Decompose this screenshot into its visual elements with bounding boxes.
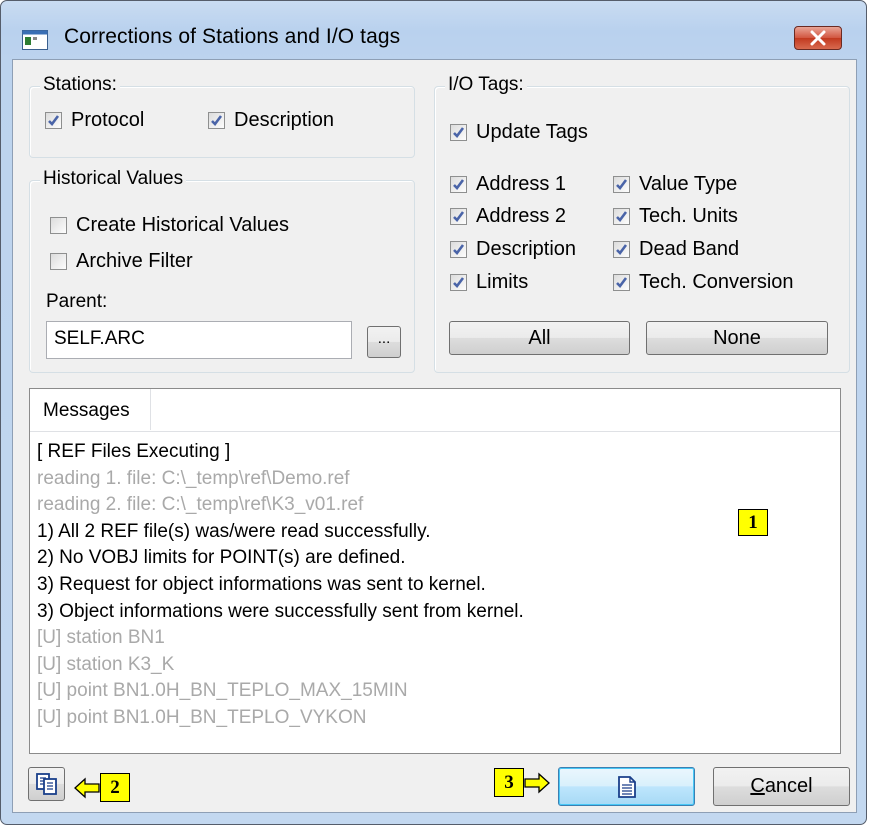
protocol-checkbox[interactable]: Protocol (45, 109, 144, 132)
archive-filter-checkbox[interactable]: Archive Filter (50, 250, 193, 273)
document-icon (617, 775, 636, 798)
title-bar[interactable]: Corrections of Stations and I/O tags (1, 1, 866, 50)
station-description-label: Description (234, 109, 335, 131)
checkbox-box (613, 208, 630, 225)
update-tags-label: Update Tags (476, 121, 588, 143)
dialog-window: Corrections of Stations and I/O tags Sta… (0, 0, 867, 825)
messages-list[interactable]: Messages [ REF Files Executing ] reading … (29, 388, 841, 754)
checkbox-box (450, 176, 467, 193)
copy-documents-icon (35, 773, 57, 795)
create-historical-checkbox[interactable]: Create Historical Values (50, 214, 289, 237)
tag-description-label: Description (476, 238, 577, 260)
stations-legend: Stations: (40, 74, 120, 96)
tag-description-checkbox[interactable]: Description (450, 238, 576, 261)
dialog-client-area: Stations: Protocol Description Historica… (12, 59, 857, 813)
cancel-label-rest: ancel (764, 775, 813, 797)
callout-1: 1 (738, 509, 768, 536)
checkmark-icon (616, 244, 628, 255)
message-line: [U] station BN1 (37, 627, 165, 649)
browse-parent-button[interactable]: ... (367, 326, 401, 358)
checkbox-box (45, 112, 62, 129)
address1-label: Address 1 (476, 173, 567, 195)
checkbox-box (613, 274, 630, 291)
message-line: [U] point BN1.0H_BN_TEPLO_VYKON (37, 706, 367, 728)
update-tags-checkbox[interactable]: Update Tags (450, 121, 588, 144)
message-line: [U] point BN1.0H_BN_TEPLO_MAX_15MIN (37, 680, 408, 702)
dead-band-label: Dead Band (639, 238, 740, 260)
ok-button[interactable] (558, 767, 695, 806)
cancel-mnemonic: C (750, 775, 765, 797)
protocol-label: Protocol (71, 109, 145, 131)
window-title: Corrections of Stations and I/O tags (64, 25, 401, 48)
messages-lines: [ REF Files Executing ] reading 1. file: … (37, 439, 524, 732)
none-button[interactable]: None (646, 321, 828, 355)
callout-3-group: 3 (494, 768, 560, 798)
message-line: reading 1. file: C:\_temp\ref\Demo.ref (37, 467, 350, 489)
checkbox-box (450, 274, 467, 291)
arrow-left-icon (74, 777, 100, 799)
tech-units-checkbox[interactable]: Tech. Units (613, 205, 738, 228)
checkmark-icon (453, 244, 465, 255)
checkbox-box (613, 241, 630, 258)
value-type-label: Value Type (639, 173, 738, 195)
close-button[interactable] (794, 26, 842, 50)
limits-label: Limits (476, 271, 529, 293)
io-tags-legend: I/O Tags: (445, 74, 527, 96)
address1-checkbox[interactable]: Address 1 (450, 173, 566, 196)
checkmark-icon (616, 211, 628, 222)
checkbox-box (450, 124, 467, 141)
checkbox-box (450, 208, 467, 225)
copy-button[interactable] (28, 767, 65, 801)
create-historical-label: Create Historical Values (76, 214, 290, 236)
checkbox-box (613, 176, 630, 193)
station-description-checkbox[interactable]: Description (208, 109, 334, 132)
checkmark-icon (616, 277, 628, 288)
message-line: 3) Request for object informations was s… (37, 573, 486, 595)
cancel-label: Cancel (750, 775, 812, 798)
message-line: [U] station K3_K (37, 653, 175, 675)
io-tags-group: I/O Tags: Update Tags Address 1 Address … (434, 74, 850, 373)
checkmark-icon (211, 115, 223, 126)
value-type-checkbox[interactable]: Value Type (613, 173, 737, 196)
close-x-icon (810, 30, 826, 46)
arrow-right-icon (524, 772, 550, 794)
messages-header: Messages (30, 389, 840, 432)
parent-label: Parent: (46, 291, 108, 312)
checkmark-icon (453, 127, 465, 138)
stations-group: Stations: Protocol Description (29, 74, 415, 158)
messages-column-header[interactable]: Messages (30, 389, 151, 430)
limits-checkbox[interactable]: Limits (450, 271, 528, 294)
tech-units-label: Tech. Units (639, 205, 738, 227)
checkmark-icon (616, 179, 628, 190)
callout-3: 3 (494, 768, 524, 797)
checkmark-icon (453, 211, 465, 222)
tech-conversion-checkbox[interactable]: Tech. Conversion (613, 271, 794, 294)
checkmark-icon (453, 179, 465, 190)
tech-conversion-label: Tech. Conversion (639, 271, 794, 293)
checkbox-box (208, 112, 225, 129)
message-line: [ REF Files Executing ] (37, 441, 231, 462)
archive-filter-label: Archive Filter (76, 250, 193, 272)
historical-legend: Historical Values (40, 168, 187, 190)
cancel-button[interactable]: Cancel (713, 767, 850, 806)
callout-2-group: 2 (74, 773, 144, 803)
address2-checkbox[interactable]: Address 2 (450, 205, 566, 228)
checkbox-box (50, 253, 67, 270)
window-app-icon (22, 30, 48, 50)
message-line: 3) Object informations were successfully… (37, 600, 524, 622)
checkbox-box (50, 217, 67, 234)
message-line: reading 2. file: C:\_temp\ref\K3_v01.ref (37, 494, 364, 516)
checkmark-icon (48, 115, 60, 126)
dead-band-checkbox[interactable]: Dead Band (613, 238, 739, 261)
address2-label: Address 2 (476, 205, 567, 227)
message-line: 2) No VOBJ limits for POINT(s) are defin… (37, 547, 406, 569)
historical-values-group: Historical Values Create Historical Valu… (29, 168, 415, 373)
checkmark-icon (453, 277, 465, 288)
checkbox-box (450, 241, 467, 258)
message-line: 1) All 2 REF file(s) was/were read succe… (37, 520, 431, 542)
parent-input[interactable]: SELF.ARC (46, 321, 352, 359)
all-button[interactable]: All (449, 321, 630, 355)
callout-2: 2 (100, 773, 130, 802)
